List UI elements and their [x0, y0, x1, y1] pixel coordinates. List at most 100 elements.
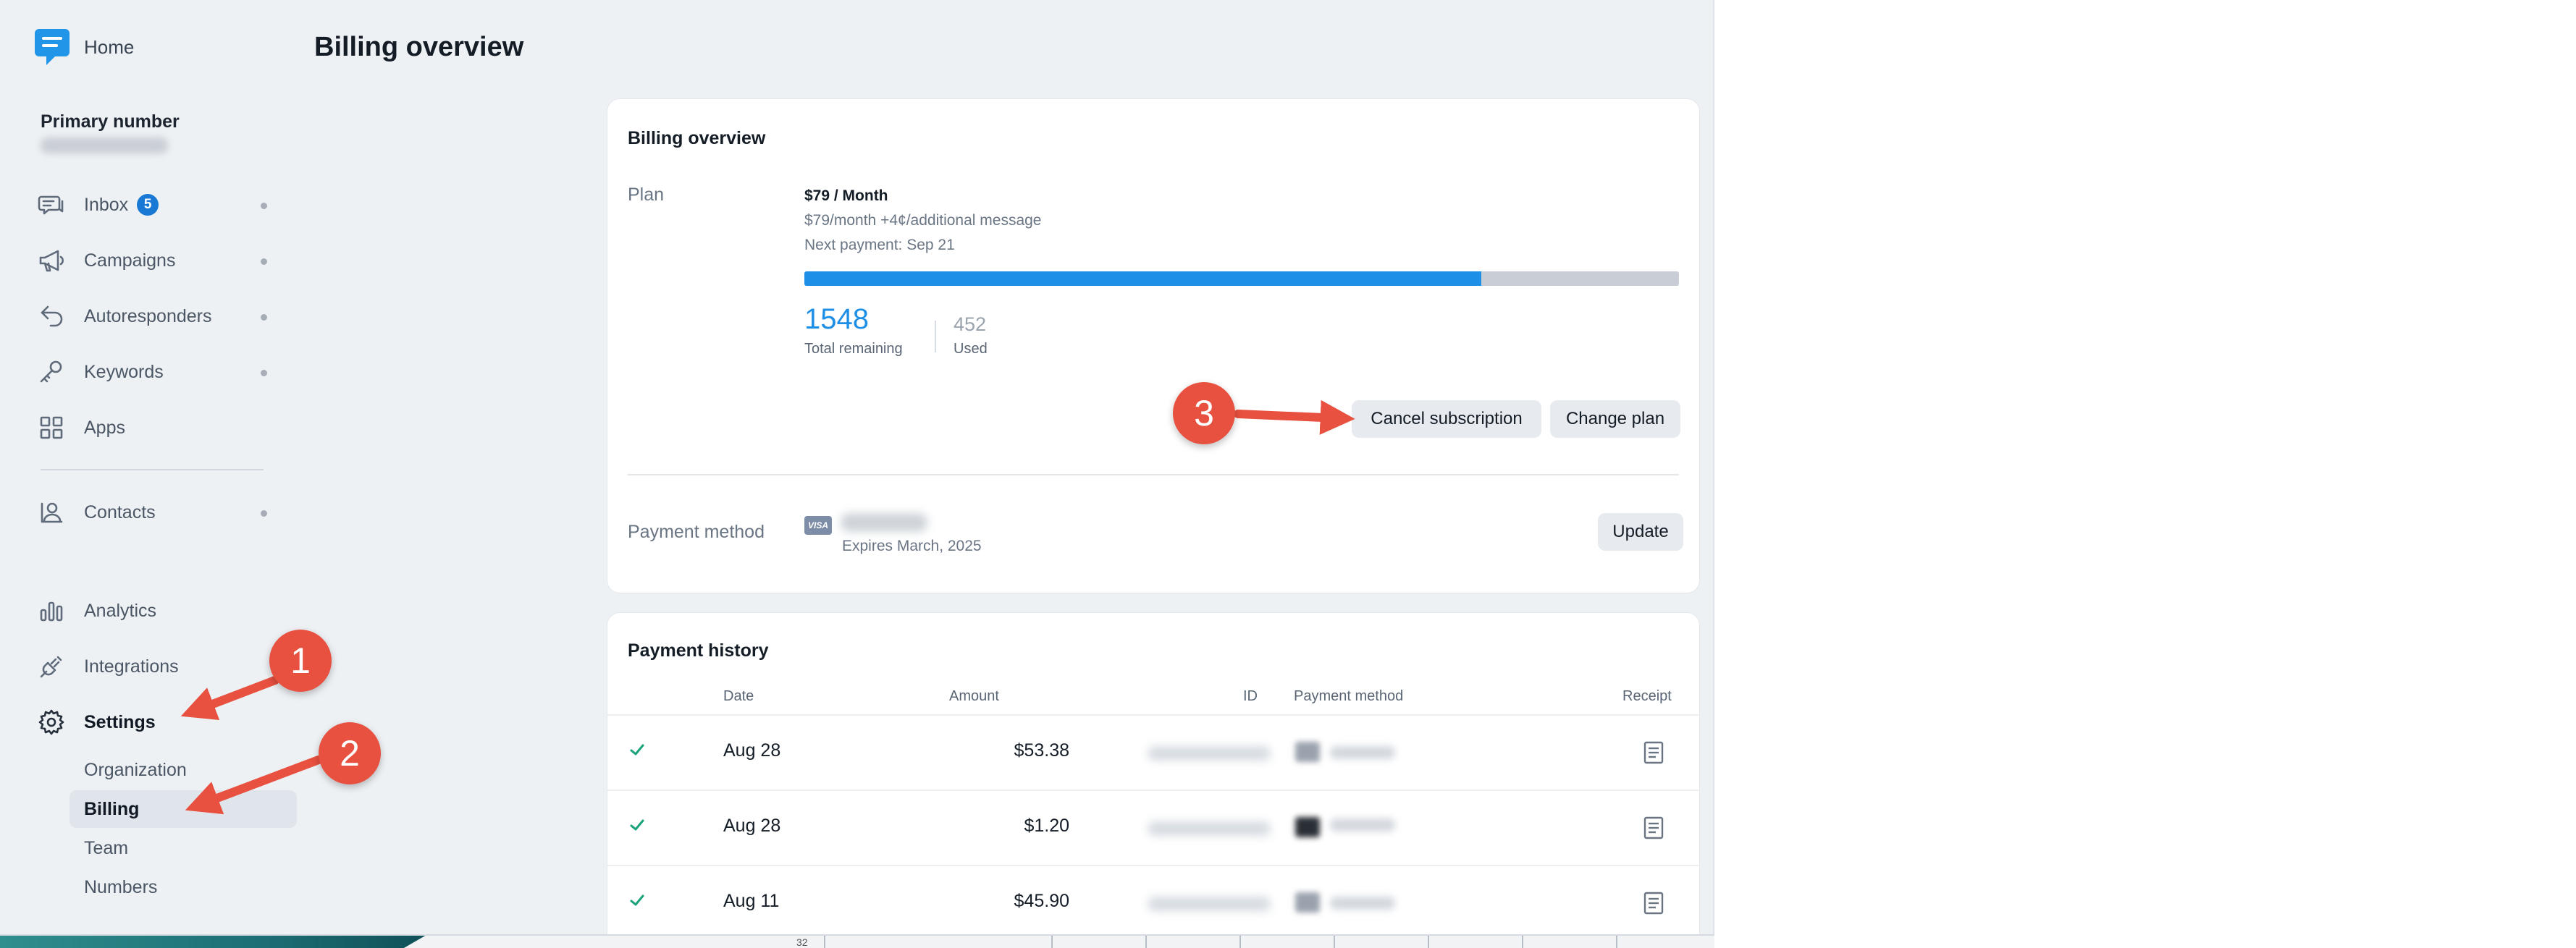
grid-icon [36, 412, 67, 443]
paid-check-icon [629, 817, 645, 833]
row-card-icon-redacted [1295, 817, 1320, 837]
section-divider [628, 474, 1679, 475]
background-row-number: 32 [796, 936, 808, 948]
background-window-strip: 32 [0, 936, 1714, 948]
row-date: Aug 11 [723, 891, 780, 911]
card-number-redacted [841, 513, 927, 532]
column-header-receipt: Receipt [1622, 688, 1672, 704]
row-card-number-redacted [1330, 746, 1395, 759]
plan-name: $79 / Month [804, 187, 888, 204]
row-id-redacted [1148, 746, 1271, 761]
usage-progress-bar [804, 271, 1679, 286]
table-row: Aug 28 $1.20 [607, 790, 1701, 865]
row-id-redacted [1148, 897, 1271, 911]
table-row: Aug 11 $45.90 [607, 865, 1701, 934]
sidebar: Home Primary number Inbox 5 Campaigns Au… [0, 0, 297, 934]
sidebar-item-label: Apps [84, 417, 125, 438]
step-1-callout: 1 [269, 630, 332, 692]
sidebar-item-campaigns[interactable]: Campaigns [36, 242, 275, 279]
table-header: Date Amount ID Payment method Receipt [607, 688, 1701, 717]
home-link[interactable]: Home [33, 26, 134, 68]
row-card-icon-redacted [1295, 742, 1320, 762]
home-label: Home [84, 35, 135, 58]
card-title: Billing overview [628, 128, 766, 148]
settings-sub-organization[interactable]: Organization [70, 751, 297, 789]
sidebar-item-apps[interactable]: Apps [36, 410, 275, 446]
status-dot [261, 314, 267, 321]
megaphone-icon [36, 245, 67, 276]
sidebar-item-label: Campaigns [84, 250, 176, 271]
row-amount: $45.90 [1014, 891, 1069, 911]
change-plan-button[interactable]: Change plan [1550, 400, 1680, 438]
column-header-id: ID [1243, 688, 1258, 704]
page-title: Billing overview [314, 32, 524, 62]
bar-chart-icon [36, 596, 67, 626]
row-date: Aug 28 [723, 816, 781, 836]
row-card-icon-redacted [1295, 892, 1320, 913]
paid-check-icon [629, 742, 645, 758]
step-3-callout: 3 [1173, 382, 1235, 444]
used-value: 452 [954, 313, 987, 335]
row-amount: $1.20 [1024, 816, 1069, 836]
sidebar-item-contacts[interactable]: Contacts [36, 494, 275, 530]
settings-sub-billing[interactable]: Billing [70, 790, 297, 828]
row-date: Aug 28 [723, 740, 781, 761]
sidebar-item-integrations[interactable]: Integrations [36, 648, 275, 685]
used-label: Used [954, 341, 988, 357]
sidebar-item-settings[interactable]: Settings [36, 704, 275, 740]
sidebar-item-inbox[interactable]: Inbox 5 [36, 187, 275, 223]
sidebar-item-analytics[interactable]: Analytics [36, 593, 275, 629]
visa-card-icon: VISA [804, 516, 832, 535]
sidebar-divider [41, 469, 264, 470]
receipt-icon[interactable] [1643, 740, 1664, 765]
settings-sub-team[interactable]: Team [70, 829, 297, 867]
receipt-icon[interactable] [1643, 816, 1664, 840]
contacts-icon [36, 497, 67, 528]
sidebar-item-label: Analytics [84, 600, 157, 621]
plan-description: $79/month +4¢/additional message [804, 212, 1042, 229]
sidebar-item-label: Contacts [84, 501, 156, 522]
sidebar-item-keywords[interactable]: Keywords [36, 354, 275, 390]
sidebar-item-label: Settings [84, 711, 156, 732]
inbox-icon [36, 190, 67, 220]
sidebar-item-autoresponders[interactable]: Autoresponders [36, 298, 275, 334]
background-wallpaper [0, 936, 442, 948]
column-header-amount: Amount [949, 688, 999, 704]
billing-overview-card: Billing overview Plan $79 / Month $79/mo… [607, 98, 1700, 593]
plan-label: Plan [628, 185, 665, 205]
step-2-callout: 2 [319, 722, 381, 784]
remaining-label: Total remaining [804, 341, 903, 357]
gear-icon [36, 707, 67, 737]
column-header-date: Date [723, 688, 754, 704]
status-dot [261, 258, 267, 265]
status-dot [261, 203, 267, 209]
cancel-subscription-button[interactable]: Cancel subscription [1352, 400, 1541, 438]
inbox-count-badge: 5 [137, 194, 159, 216]
plug-icon [36, 651, 67, 682]
settings-sub-numbers[interactable]: Numbers [70, 868, 297, 906]
app-logo-icon [35, 29, 70, 65]
key-icon [36, 357, 67, 387]
row-id-redacted [1148, 821, 1271, 836]
card-title: Payment history [628, 640, 769, 661]
sidebar-item-label: Autoresponders [84, 305, 212, 326]
usage-progress-fill [804, 271, 1481, 286]
row-card-number-redacted [1330, 897, 1395, 910]
table-row: Aug 28 $53.38 [607, 714, 1701, 790]
update-payment-button[interactable]: Update [1598, 513, 1683, 551]
primary-number-value-redacted [41, 137, 168, 153]
row-card-number-redacted [1330, 818, 1395, 831]
payment-history-card: Payment history Date Amount ID Payment m… [607, 612, 1701, 934]
remaining-value: 1548 [804, 303, 869, 335]
sidebar-item-label: Keywords [84, 361, 164, 382]
card-expiry: Expires March, 2025 [842, 538, 982, 554]
app-window: Home Primary number Inbox 5 Campaigns Au… [0, 0, 1714, 936]
status-dot [261, 370, 267, 376]
column-header-payment-method: Payment method [1294, 688, 1404, 704]
receipt-icon[interactable] [1643, 891, 1664, 915]
sidebar-item-label: Integrations [84, 656, 179, 677]
primary-number-title: Primary number [41, 111, 180, 132]
paid-check-icon [629, 892, 645, 908]
status-dot [261, 510, 267, 517]
row-amount: $53.38 [1014, 740, 1069, 761]
